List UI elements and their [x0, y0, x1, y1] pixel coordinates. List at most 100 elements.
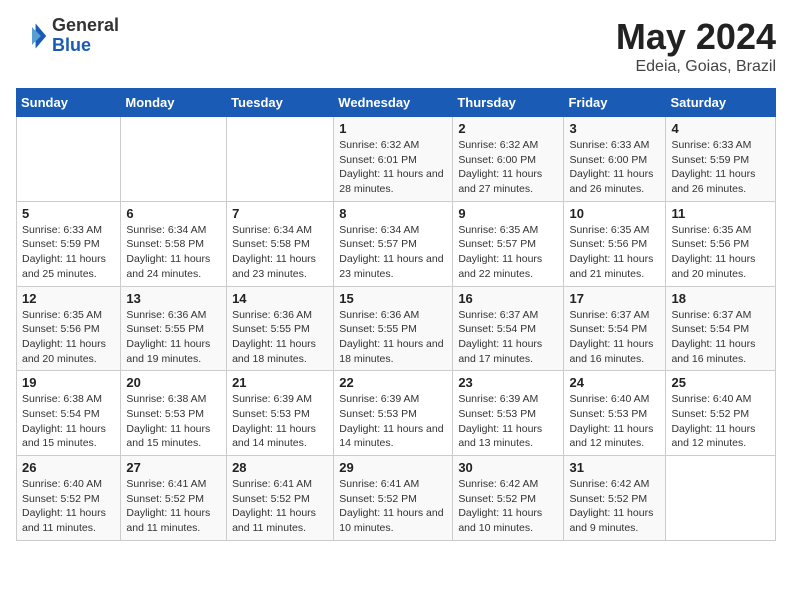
- day-number: 16: [458, 291, 558, 306]
- day-info: Sunrise: 6:33 AM Sunset: 5:59 PM Dayligh…: [671, 138, 770, 197]
- calendar-cell: 8 Sunrise: 6:34 AM Sunset: 5:57 PM Daylig…: [334, 201, 453, 286]
- day-header-monday: Monday: [121, 89, 227, 117]
- day-number: 29: [339, 460, 447, 475]
- day-number: 30: [458, 460, 558, 475]
- location: Edeia, Goias, Brazil: [616, 58, 776, 76]
- calendar-cell: 25 Sunrise: 6:40 AM Sunset: 5:52 PM Dayli…: [666, 371, 776, 456]
- day-info: Sunrise: 6:33 AM Sunset: 6:00 PM Dayligh…: [569, 138, 660, 197]
- day-number: 1: [339, 121, 447, 136]
- day-info: Sunrise: 6:34 AM Sunset: 5:58 PM Dayligh…: [126, 223, 221, 282]
- calendar-cell: 24 Sunrise: 6:40 AM Sunset: 5:53 PM Dayli…: [564, 371, 666, 456]
- calendar-body: 1 Sunrise: 6:32 AM Sunset: 6:01 PM Daylig…: [17, 117, 776, 541]
- calendar-week-row: 19Sunrise: 6:38 AM Sunset: 5:54 PM Dayli…: [17, 371, 776, 456]
- calendar-cell: 31 Sunrise: 6:42 AM Sunset: 5:52 PM Dayli…: [564, 456, 666, 541]
- calendar-cell: 26 Sunrise: 6:40 AM Sunset: 5:52 PM Dayli…: [17, 456, 121, 541]
- day-info: Sunrise: 6:36 AM Sunset: 5:55 PM Dayligh…: [232, 308, 328, 367]
- day-info: Sunrise: 6:39 AM Sunset: 5:53 PM Dayligh…: [339, 392, 447, 451]
- logo-general: General: [52, 15, 119, 35]
- logo-icon: [16, 20, 48, 52]
- calendar-cell: 23 Sunrise: 6:39 AM Sunset: 5:53 PM Dayli…: [453, 371, 564, 456]
- calendar-cell: 12Sunrise: 6:35 AM Sunset: 5:56 PM Dayli…: [17, 286, 121, 371]
- calendar-cell: [17, 117, 121, 202]
- day-number: 3: [569, 121, 660, 136]
- calendar-table: SundayMondayTuesdayWednesdayThursdayFrid…: [16, 88, 776, 541]
- calendar-week-row: 5 Sunrise: 6:33 AM Sunset: 5:59 PM Daylig…: [17, 201, 776, 286]
- day-info: Sunrise: 6:41 AM Sunset: 5:52 PM Dayligh…: [126, 477, 221, 536]
- calendar-cell: 21Sunrise: 6:39 AM Sunset: 5:53 PM Dayli…: [227, 371, 334, 456]
- day-number: 11: [671, 206, 770, 221]
- day-number: 9: [458, 206, 558, 221]
- day-number: 13: [126, 291, 221, 306]
- day-number: 31: [569, 460, 660, 475]
- calendar-cell: 13 Sunrise: 6:36 AM Sunset: 5:55 PM Dayli…: [121, 286, 227, 371]
- day-number: 4: [671, 121, 770, 136]
- day-info: Sunrise: 6:40 AM Sunset: 5:53 PM Dayligh…: [569, 392, 660, 451]
- day-number: 20: [126, 375, 221, 390]
- day-info: Sunrise: 6:41 AM Sunset: 5:52 PM Dayligh…: [232, 477, 328, 536]
- day-number: 27: [126, 460, 221, 475]
- logo-text: General Blue: [52, 16, 119, 56]
- day-number: 17: [569, 291, 660, 306]
- day-number: 2: [458, 121, 558, 136]
- calendar-cell: 7 Sunrise: 6:34 AM Sunset: 5:58 PM Daylig…: [227, 201, 334, 286]
- calendar-cell: 17 Sunrise: 6:37 AM Sunset: 5:54 PM Dayli…: [564, 286, 666, 371]
- day-info: Sunrise: 6:42 AM Sunset: 5:52 PM Dayligh…: [458, 477, 558, 536]
- day-number: 5: [22, 206, 115, 221]
- calendar-cell: 28Sunrise: 6:41 AM Sunset: 5:52 PM Dayli…: [227, 456, 334, 541]
- day-info: Sunrise: 6:37 AM Sunset: 5:54 PM Dayligh…: [569, 308, 660, 367]
- day-number: 12: [22, 291, 115, 306]
- day-info: Sunrise: 6:40 AM Sunset: 5:52 PM Dayligh…: [22, 477, 115, 536]
- day-number: 24: [569, 375, 660, 390]
- day-number: 8: [339, 206, 447, 221]
- page-header: General Blue May 2024 Edeia, Goias, Braz…: [16, 16, 776, 76]
- day-header-friday: Friday: [564, 89, 666, 117]
- day-info: Sunrise: 6:35 AM Sunset: 5:56 PM Dayligh…: [671, 223, 770, 282]
- day-number: 23: [458, 375, 558, 390]
- day-header-wednesday: Wednesday: [334, 89, 453, 117]
- calendar-cell: 18Sunrise: 6:37 AM Sunset: 5:54 PM Dayli…: [666, 286, 776, 371]
- calendar-cell: 11 Sunrise: 6:35 AM Sunset: 5:56 PM Dayli…: [666, 201, 776, 286]
- calendar-cell: 15 Sunrise: 6:36 AM Sunset: 5:55 PM Dayli…: [334, 286, 453, 371]
- day-info: Sunrise: 6:42 AM Sunset: 5:52 PM Dayligh…: [569, 477, 660, 536]
- calendar-cell: 5 Sunrise: 6:33 AM Sunset: 5:59 PM Daylig…: [17, 201, 121, 286]
- day-number: 7: [232, 206, 328, 221]
- title-block: May 2024 Edeia, Goias, Brazil: [616, 16, 776, 76]
- calendar-cell: 14 Sunrise: 6:36 AM Sunset: 5:55 PM Dayli…: [227, 286, 334, 371]
- calendar-cell: 2 Sunrise: 6:32 AM Sunset: 6:00 PM Daylig…: [453, 117, 564, 202]
- calendar-cell: [227, 117, 334, 202]
- day-info: Sunrise: 6:34 AM Sunset: 5:57 PM Dayligh…: [339, 223, 447, 282]
- day-info: Sunrise: 6:36 AM Sunset: 5:55 PM Dayligh…: [126, 308, 221, 367]
- calendar-week-row: 12Sunrise: 6:35 AM Sunset: 5:56 PM Dayli…: [17, 286, 776, 371]
- calendar-week-row: 1 Sunrise: 6:32 AM Sunset: 6:01 PM Daylig…: [17, 117, 776, 202]
- logo: General Blue: [16, 16, 119, 56]
- day-info: Sunrise: 6:41 AM Sunset: 5:52 PM Dayligh…: [339, 477, 447, 536]
- day-number: 22: [339, 375, 447, 390]
- calendar-cell: 10 Sunrise: 6:35 AM Sunset: 5:56 PM Dayli…: [564, 201, 666, 286]
- day-number: 25: [671, 375, 770, 390]
- day-number: 10: [569, 206, 660, 221]
- day-info: Sunrise: 6:39 AM Sunset: 5:53 PM Dayligh…: [458, 392, 558, 451]
- day-info: Sunrise: 6:38 AM Sunset: 5:53 PM Dayligh…: [126, 392, 221, 451]
- day-number: 14: [232, 291, 328, 306]
- day-number: 15: [339, 291, 447, 306]
- day-info: Sunrise: 6:35 AM Sunset: 5:57 PM Dayligh…: [458, 223, 558, 282]
- month-title: May 2024: [616, 16, 776, 58]
- day-number: 26: [22, 460, 115, 475]
- day-info: Sunrise: 6:33 AM Sunset: 5:59 PM Dayligh…: [22, 223, 115, 282]
- day-info: Sunrise: 6:39 AM Sunset: 5:53 PM Dayligh…: [232, 392, 328, 451]
- calendar-cell: 4 Sunrise: 6:33 AM Sunset: 5:59 PM Daylig…: [666, 117, 776, 202]
- day-info: Sunrise: 6:34 AM Sunset: 5:58 PM Dayligh…: [232, 223, 328, 282]
- calendar-cell: 30 Sunrise: 6:42 AM Sunset: 5:52 PM Dayli…: [453, 456, 564, 541]
- calendar-cell: 27 Sunrise: 6:41 AM Sunset: 5:52 PM Dayli…: [121, 456, 227, 541]
- day-info: Sunrise: 6:35 AM Sunset: 5:56 PM Dayligh…: [569, 223, 660, 282]
- day-header-tuesday: Tuesday: [227, 89, 334, 117]
- day-info: Sunrise: 6:32 AM Sunset: 6:00 PM Dayligh…: [458, 138, 558, 197]
- calendar-cell: 16Sunrise: 6:37 AM Sunset: 5:54 PM Dayli…: [453, 286, 564, 371]
- day-info: Sunrise: 6:32 AM Sunset: 6:01 PM Dayligh…: [339, 138, 447, 197]
- day-info: Sunrise: 6:36 AM Sunset: 5:55 PM Dayligh…: [339, 308, 447, 367]
- day-info: Sunrise: 6:37 AM Sunset: 5:54 PM Dayligh…: [671, 308, 770, 367]
- day-info: Sunrise: 6:38 AM Sunset: 5:54 PM Dayligh…: [22, 392, 115, 451]
- calendar-cell: 6Sunrise: 6:34 AM Sunset: 5:58 PM Daylig…: [121, 201, 227, 286]
- day-info: Sunrise: 6:40 AM Sunset: 5:52 PM Dayligh…: [671, 392, 770, 451]
- calendar-header-row: SundayMondayTuesdayWednesdayThursdayFrid…: [17, 89, 776, 117]
